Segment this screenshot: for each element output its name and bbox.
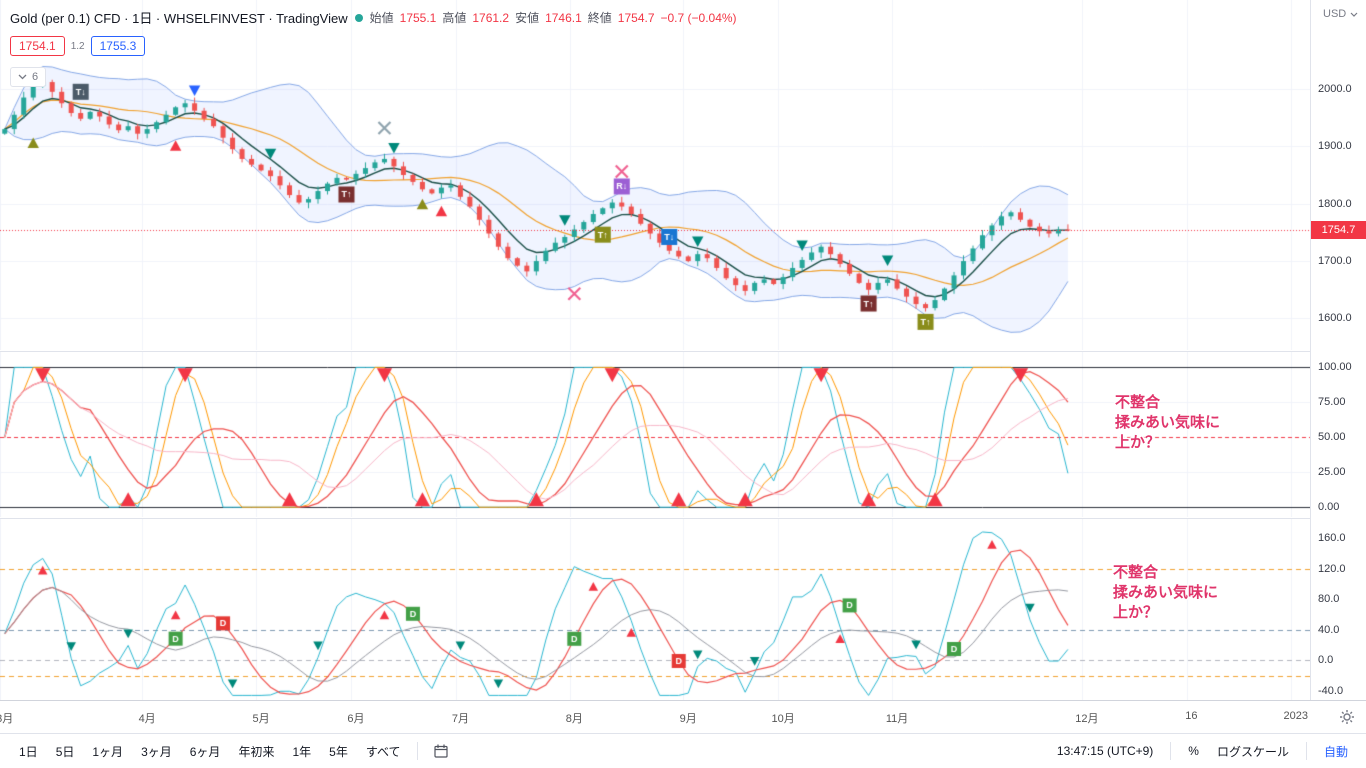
axis-tick-label: 75.00 xyxy=(1318,396,1346,409)
axis-tick-label: 1900.0 xyxy=(1318,140,1352,153)
quote-row: 1754.1 1.2 1755.3 xyxy=(10,36,737,56)
high-value: 1761.2 xyxy=(472,10,510,25)
time-axis-label: 6月 xyxy=(347,713,365,725)
axis-tick-label: 100.00 xyxy=(1318,361,1352,374)
market-status-dot-icon xyxy=(354,13,363,22)
axis-tick-label: 2000.0 xyxy=(1318,82,1352,95)
time-axis-label: 5月 xyxy=(252,713,270,725)
auto-scale-button[interactable]: 自動 xyxy=(1316,739,1356,764)
range-button-1ヶ月[interactable]: 1ヶ月 xyxy=(83,739,132,764)
bottom-toolbar: 1日 5日 1ヶ月 3ヶ月 6ヶ月 年初来 1年 5年 すべて 13:47:15 (UTC+9)… xyxy=(0,733,1366,768)
annotation-note-momentum[interactable]: 不整合 揉みあい気味に 上か？ xyxy=(1113,563,1218,623)
price-axis[interactable]: USD 1754.7 2000.0 1900.0 1800.0 1700.0 1600.… xyxy=(1311,0,1366,700)
low-value: 1746.1 xyxy=(545,10,582,25)
axis-tick-label: 25.00 xyxy=(1318,466,1346,479)
log-scale-button[interactable]: ログスケール xyxy=(1209,739,1297,764)
change-value: −0.7 (−0.04%) xyxy=(660,10,737,25)
annotation-note-stochastic[interactable]: 不整合 揉みあい気味に 上か？ xyxy=(1115,393,1220,453)
calendar-icon xyxy=(433,744,448,758)
clock[interactable]: 13:47:15 (UTC+9) xyxy=(1049,744,1161,758)
axis-tick-label: 0.0 xyxy=(1318,654,1334,667)
range-button-すべて[interactable]: すべて xyxy=(357,739,410,764)
go-to-date-button[interactable] xyxy=(425,739,457,763)
chevron-down-icon xyxy=(18,74,27,80)
tradingview-chart-window: Gold (per 0.1) CFD · 1日 · WHSELFINVEST ·… xyxy=(0,0,1366,768)
annotation-line: 上か？ xyxy=(1113,604,1159,621)
open-label: 始値 xyxy=(369,11,394,25)
time-axis-label: 8月 xyxy=(565,713,583,725)
time-axis[interactable]: 3月 4月 5月 6月 7月 8月 9月 10月 11月 12月 16 2023 xyxy=(0,700,1366,733)
time-axis-label: 3月 xyxy=(0,713,14,725)
annotation-line: 上か？ xyxy=(1115,434,1161,451)
axis-tick-label: 120.0 xyxy=(1318,562,1346,575)
gear-icon[interactable] xyxy=(1338,708,1356,726)
symbol-title[interactable]: Gold (per 0.1) CFD · 1日 · WHSELFINVEST ·… xyxy=(10,8,348,27)
low-label: 安値 xyxy=(515,11,540,25)
chevron-down-icon xyxy=(1350,12,1358,17)
time-axis-label: 11月 xyxy=(885,713,909,725)
time-axis-label: 12月 xyxy=(1075,713,1099,725)
axis-tick-label: 50.00 xyxy=(1318,431,1346,444)
close-label: 終値 xyxy=(587,11,612,25)
legend-title-row: Gold (per 0.1) CFD · 1日 · WHSELFINVEST ·… xyxy=(10,8,737,27)
axis-tick-label: 1700.0 xyxy=(1318,255,1352,268)
range-button-1年[interactable]: 1年 xyxy=(283,739,320,764)
time-axis-label: 4月 xyxy=(138,713,156,725)
chart-legend: Gold (per 0.1) CFD · 1日 · WHSELFINVEST ·… xyxy=(10,8,737,87)
axis-tick-label: 0.00 xyxy=(1318,501,1340,514)
toolbar-divider xyxy=(1305,742,1307,760)
time-axis-label: 10月 xyxy=(771,713,795,725)
axis-tick-label: -40.0 xyxy=(1318,684,1344,697)
pane-separator[interactable] xyxy=(0,351,1366,352)
annotation-line: 不整合 xyxy=(1115,394,1161,411)
toolbar-divider xyxy=(1170,742,1172,760)
date-range-buttons: 1日 5日 1ヶ月 3ヶ月 6ヶ月 年初来 1年 5年 すべて xyxy=(10,739,410,764)
time-axis-label: 16 xyxy=(1185,710,1198,722)
hidden-indicators-count: 6 xyxy=(32,71,39,83)
open-value: 1755.1 xyxy=(399,10,437,25)
pane-separator[interactable] xyxy=(0,518,1366,519)
buy-price-button[interactable]: 1755.3 xyxy=(90,36,146,56)
range-button-3ヶ月[interactable]: 3ヶ月 xyxy=(132,739,181,764)
sell-price-button[interactable]: 1754.1 xyxy=(10,36,65,56)
close-value: 1754.7 xyxy=(617,10,655,25)
ohlc-row: 始値 1755.1 高値 1761.2 安値 1746.1 終値 1754.7 … xyxy=(370,9,737,26)
range-button-年初来[interactable]: 年初来 xyxy=(229,739,283,764)
axis-tick-label: 1600.0 xyxy=(1318,312,1352,325)
spread-value: 1.2 xyxy=(70,40,85,52)
last-price-tag: 1754.7 xyxy=(1311,220,1366,239)
toolbar-right-group: 13:47:15 (UTC+9) % ログスケール 自動 xyxy=(1049,739,1356,764)
annotation-line: 揉みあい気味に xyxy=(1113,584,1219,601)
annotation-line: 不整合 xyxy=(1113,564,1159,581)
axis-tick-label: 160.0 xyxy=(1318,532,1346,545)
toolbar-divider xyxy=(416,742,418,760)
range-button-5日[interactable]: 5日 xyxy=(47,739,84,764)
axis-tick-label: 80.0 xyxy=(1318,593,1340,606)
stochastic-pane-canvas[interactable] xyxy=(0,352,1310,517)
indicators-collapse-button[interactable]: 6 xyxy=(10,67,47,87)
range-button-6ヶ月[interactable]: 6ヶ月 xyxy=(181,739,230,764)
percent-scale-button[interactable]: % xyxy=(1180,740,1207,762)
annotation-line: 揉みあい気味に xyxy=(1115,414,1221,431)
time-axis-label: 9月 xyxy=(679,713,697,725)
time-axis-label: 2023 xyxy=(1283,710,1308,722)
axis-tick-label: 40.0 xyxy=(1318,623,1340,636)
range-button-1日[interactable]: 1日 xyxy=(10,739,47,764)
currency-label: USD xyxy=(1323,8,1347,20)
range-button-5年[interactable]: 5年 xyxy=(320,739,357,764)
time-axis-label: 7月 xyxy=(451,713,469,725)
axis-tick-label: 1800.0 xyxy=(1318,197,1352,210)
currency-selector[interactable]: USD xyxy=(1311,8,1366,20)
high-label: 高値 xyxy=(442,11,467,25)
